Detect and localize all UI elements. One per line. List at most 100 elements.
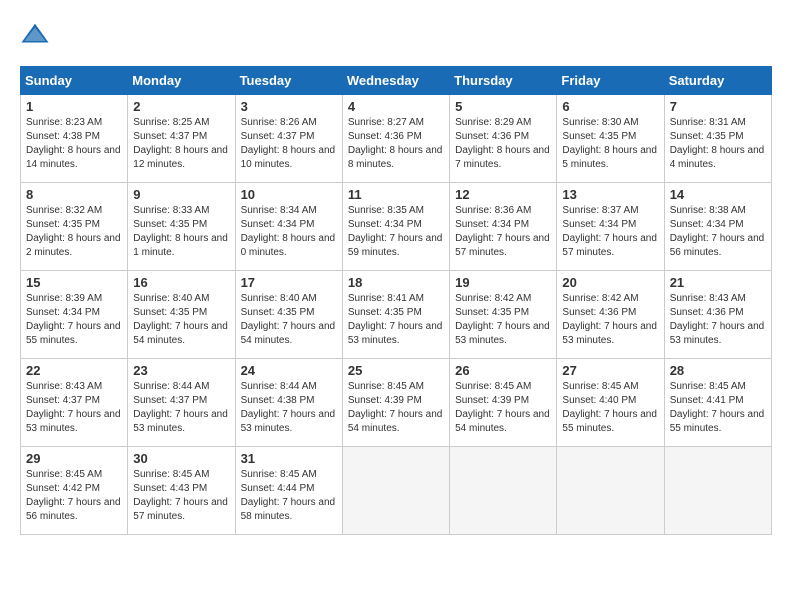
day-number: 6 [562,99,658,114]
day-info: Sunrise: 8:45 AMSunset: 4:39 PMDaylight:… [455,380,551,436]
day-info: Sunrise: 8:45 AMSunset: 4:40 PMDaylight:… [562,380,658,436]
day-info: Sunrise: 8:43 AMSunset: 4:36 PMDaylight:… [670,292,766,348]
day-number: 31 [241,451,337,466]
day-info: Sunrise: 8:42 AMSunset: 4:36 PMDaylight:… [562,292,658,348]
calendar-cell [664,447,771,535]
day-info: Sunrise: 8:29 AMSunset: 4:36 PMDaylight:… [455,116,551,172]
logo [20,20,54,50]
col-header-saturday: Saturday [664,67,771,95]
day-number: 22 [26,363,122,378]
day-info: Sunrise: 8:38 AMSunset: 4:34 PMDaylight:… [670,204,766,260]
day-number: 27 [562,363,658,378]
calendar-week-2: 8 Sunrise: 8:32 AMSunset: 4:35 PMDaylight… [21,183,772,271]
calendar-cell: 20 Sunrise: 8:42 AMSunset: 4:36 PMDayligh… [557,271,664,359]
day-info: Sunrise: 8:36 AMSunset: 4:34 PMDaylight:… [455,204,551,260]
day-info: Sunrise: 8:45 AMSunset: 4:41 PMDaylight:… [670,380,766,436]
day-number: 12 [455,187,551,202]
calendar-cell [450,447,557,535]
day-info: Sunrise: 8:44 AMSunset: 4:38 PMDaylight:… [241,380,337,436]
day-info: Sunrise: 8:31 AMSunset: 4:35 PMDaylight:… [670,116,766,172]
day-info: Sunrise: 8:41 AMSunset: 4:35 PMDaylight:… [348,292,444,348]
day-number: 13 [562,187,658,202]
calendar-cell: 5 Sunrise: 8:29 AMSunset: 4:36 PMDaylight… [450,95,557,183]
day-info: Sunrise: 8:44 AMSunset: 4:37 PMDaylight:… [133,380,229,436]
col-header-monday: Monday [128,67,235,95]
day-number: 21 [670,275,766,290]
day-number: 2 [133,99,229,114]
day-info: Sunrise: 8:45 AMSunset: 4:39 PMDaylight:… [348,380,444,436]
calendar-cell: 9Sunrise: 8:33 AMSunset: 4:35 PMDaylight… [128,183,235,271]
day-info: Sunrise: 8:45 AMSunset: 4:42 PMDaylight:… [26,468,122,524]
day-number: 24 [241,363,337,378]
day-info: Sunrise: 8:45 AMSunset: 4:44 PMDaylight:… [241,468,337,524]
day-info: Sunrise: 8:26 AMSunset: 4:37 PMDaylight:… [241,116,337,172]
col-header-tuesday: Tuesday [235,67,342,95]
day-number: 1 [26,99,122,114]
day-number: 18 [348,275,444,290]
day-number: 3 [241,99,337,114]
day-info: Sunrise: 8:39 AMSunset: 4:34 PMDaylight:… [26,292,122,348]
calendar-week-1: 1 Sunrise: 8:23 AMSunset: 4:38 PMDaylight… [21,95,772,183]
day-number: 30 [133,451,229,466]
col-header-sunday: Sunday [21,67,128,95]
calendar-cell: 26 Sunrise: 8:45 AMSunset: 4:39 PMDayligh… [450,359,557,447]
calendar-cell: 28 Sunrise: 8:45 AMSunset: 4:41 PMDayligh… [664,359,771,447]
day-number: 20 [562,275,658,290]
day-number: 23 [133,363,229,378]
calendar-cell: 3 Sunrise: 8:26 AMSunset: 4:37 PMDaylight… [235,95,342,183]
day-number: 11 [348,187,444,202]
calendar-week-5: 29 Sunrise: 8:45 AMSunset: 4:42 PMDayligh… [21,447,772,535]
calendar-cell: 22Sunrise: 8:43 AMSunset: 4:37 PMDayligh… [21,359,128,447]
day-info: Sunrise: 8:30 AMSunset: 4:35 PMDaylight:… [562,116,658,172]
day-info: Sunrise: 8:35 AMSunset: 4:34 PMDaylight:… [348,204,444,260]
calendar-cell: 17Sunrise: 8:40 AMSunset: 4:35 PMDayligh… [235,271,342,359]
calendar-week-3: 15Sunrise: 8:39 AMSunset: 4:34 PMDayligh… [21,271,772,359]
calendar-cell: 16Sunrise: 8:40 AMSunset: 4:35 PMDayligh… [128,271,235,359]
day-number: 28 [670,363,766,378]
calendar-cell [342,447,449,535]
calendar-cell: 6 Sunrise: 8:30 AMSunset: 4:35 PMDaylight… [557,95,664,183]
calendar-cell: 27 Sunrise: 8:45 AMSunset: 4:40 PMDayligh… [557,359,664,447]
day-number: 29 [26,451,122,466]
calendar-cell: 1 Sunrise: 8:23 AMSunset: 4:38 PMDaylight… [21,95,128,183]
calendar-cell: 31 Sunrise: 8:45 AMSunset: 4:44 PMDayligh… [235,447,342,535]
day-number: 10 [241,187,337,202]
calendar-cell: 18 Sunrise: 8:41 AMSunset: 4:35 PMDayligh… [342,271,449,359]
calendar-cell: 19Sunrise: 8:42 AMSunset: 4:35 PMDayligh… [450,271,557,359]
calendar-cell: 29 Sunrise: 8:45 AMSunset: 4:42 PMDayligh… [21,447,128,535]
day-info: Sunrise: 8:27 AMSunset: 4:36 PMDaylight:… [348,116,444,172]
calendar-header-row: SundayMondayTuesdayWednesdayThursdayFrid… [21,67,772,95]
calendar-cell [557,447,664,535]
calendar-cell: 21 Sunrise: 8:43 AMSunset: 4:36 PMDayligh… [664,271,771,359]
day-info: Sunrise: 8:45 AMSunset: 4:43 PMDaylight:… [133,468,229,524]
calendar-cell: 13Sunrise: 8:37 AMSunset: 4:34 PMDayligh… [557,183,664,271]
day-number: 19 [455,275,551,290]
day-info: Sunrise: 8:34 AMSunset: 4:34 PMDaylight:… [241,204,337,260]
col-header-thursday: Thursday [450,67,557,95]
day-info: Sunrise: 8:40 AMSunset: 4:35 PMDaylight:… [241,292,337,348]
col-header-friday: Friday [557,67,664,95]
calendar-week-4: 22Sunrise: 8:43 AMSunset: 4:37 PMDayligh… [21,359,772,447]
day-number: 14 [670,187,766,202]
calendar-cell: 23 Sunrise: 8:44 AMSunset: 4:37 PMDayligh… [128,359,235,447]
calendar-table: SundayMondayTuesdayWednesdayThursdayFrid… [20,66,772,535]
day-number: 7 [670,99,766,114]
calendar-cell: 25 Sunrise: 8:45 AMSunset: 4:39 PMDayligh… [342,359,449,447]
page-header [20,20,772,50]
day-number: 26 [455,363,551,378]
calendar-cell: 24 Sunrise: 8:44 AMSunset: 4:38 PMDayligh… [235,359,342,447]
day-info: Sunrise: 8:23 AMSunset: 4:38 PMDaylight:… [26,116,122,172]
day-info: Sunrise: 8:25 AMSunset: 4:37 PMDaylight:… [133,116,229,172]
calendar-cell: 2 Sunrise: 8:25 AMSunset: 4:37 PMDaylight… [128,95,235,183]
calendar-cell: 12 Sunrise: 8:36 AMSunset: 4:34 PMDayligh… [450,183,557,271]
logo-icon [20,20,50,50]
day-number: 8 [26,187,122,202]
calendar-cell: 11 Sunrise: 8:35 AMSunset: 4:34 PMDayligh… [342,183,449,271]
day-number: 25 [348,363,444,378]
calendar-cell: 10 Sunrise: 8:34 AMSunset: 4:34 PMDayligh… [235,183,342,271]
day-info: Sunrise: 8:32 AMSunset: 4:35 PMDaylight:… [26,204,122,260]
day-number: 5 [455,99,551,114]
day-number: 9 [133,187,229,202]
col-header-wednesday: Wednesday [342,67,449,95]
day-number: 16 [133,275,229,290]
